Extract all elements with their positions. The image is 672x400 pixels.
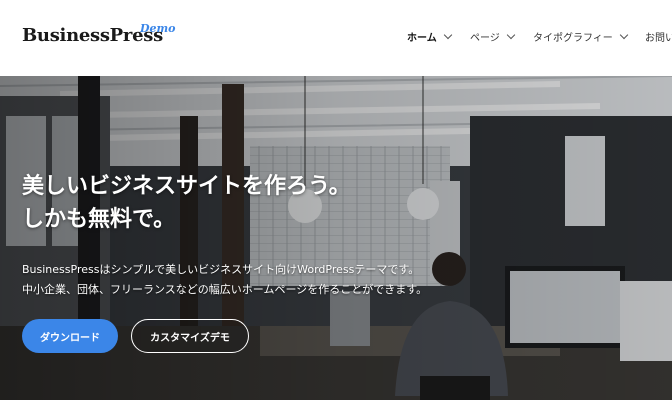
download-button[interactable]: ダウンロード [22, 319, 118, 353]
hero-title: 美しいビジネスサイトを作ろう。 しかも無料で。 [22, 170, 351, 236]
nav-item-label: タイポグラフィー [533, 33, 613, 44]
hero-desc-line: 中小企業、団体、フリーランスなどの幅広いホームページを作ることができます。 [22, 283, 428, 296]
hero-title-line: 美しいビジネスサイトを作ろう。 [22, 174, 351, 199]
hero-section: 美しいビジネスサイトを作ろう。 しかも無料で。 BusinessPressはシン… [0, 76, 672, 400]
nav-item-pages[interactable]: ページ [470, 29, 516, 44]
nav-item-home[interactable]: ホーム [407, 29, 452, 44]
main-nav: ホーム ページ タイポグラフィー お問い合わせ [407, 29, 672, 45]
chevron-down-icon [443, 30, 452, 39]
hero-desc-line: BusinessPressはシンプルで美しいビジネスサイト向けWordPress… [22, 263, 420, 276]
customize-demo-button[interactable]: カスタマイズデモ [131, 319, 249, 353]
logo-demo-badge: Demo [140, 22, 176, 35]
chevron-down-icon [506, 30, 516, 39]
chevron-down-icon [619, 30, 629, 39]
nav-item-label: ページ [470, 33, 500, 44]
site-header: BusinessPress Demo ホーム ページ タイポグラフィー お問い合… [0, 0, 672, 76]
hero-description: BusinessPressはシンプルで美しいビジネスサイト向けWordPress… [22, 260, 427, 300]
nav-item-label: ホーム [407, 33, 437, 44]
hero-title-line: しかも無料で。 [22, 207, 176, 232]
nav-item-typography[interactable]: タイポグラフィー [533, 29, 629, 44]
nav-item-contact[interactable]: お問い合わせ [645, 29, 672, 44]
nav-item-label: お問い合わせ [645, 33, 672, 44]
